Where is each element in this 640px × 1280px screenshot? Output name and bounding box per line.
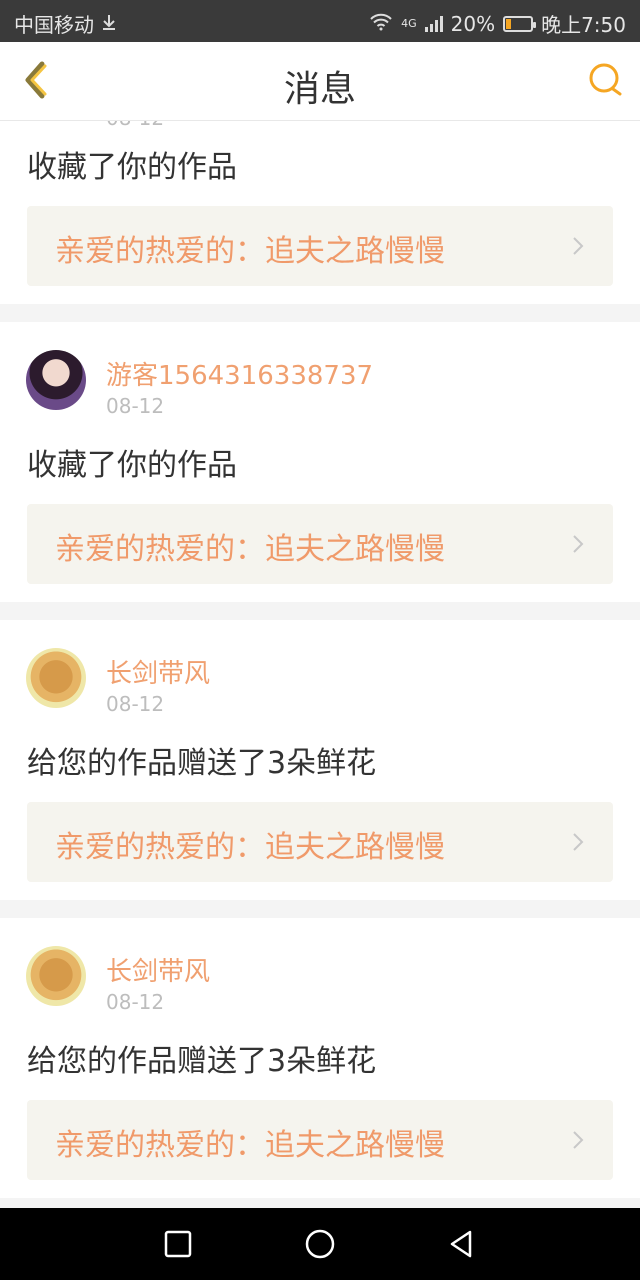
avatar[interactable] — [26, 350, 86, 410]
download-icon — [100, 12, 118, 36]
triangle-back-icon — [450, 1230, 472, 1258]
user-name[interactable]: 长剑带风 — [106, 951, 210, 988]
app-header: 消息 — [0, 42, 640, 121]
search-button[interactable] — [586, 60, 626, 100]
message-action: 收藏了你的作品 — [27, 150, 237, 185]
message-action: 收藏了你的作品 — [27, 448, 237, 483]
message-card: 08-12 收藏了你的作品 亲爱的热爱的：追夫之路慢慢 — [0, 96, 640, 304]
avatar[interactable] — [26, 946, 86, 1006]
signal-icon — [424, 15, 443, 32]
system-nav-bar — [0, 1208, 640, 1280]
message-action: 给您的作品赠送了3朵鲜花 — [27, 746, 377, 781]
work-title: 亲爱的热爱的：追夫之路慢慢 — [55, 1128, 445, 1163]
back-nav-button[interactable] — [444, 1226, 480, 1262]
network-type: 4G — [401, 17, 417, 30]
message-date: 08-12 — [106, 692, 165, 716]
avatar[interactable] — [26, 648, 86, 708]
search-icon — [589, 63, 622, 96]
circle-icon — [305, 1229, 335, 1259]
message-action: 给您的作品赠送了3朵鲜花 — [27, 1044, 377, 1079]
message-card: 长剑带风 08-12 给您的作品赠送了3朵鲜花 亲爱的热爱的：追夫之路慢慢 — [0, 620, 640, 900]
message-date: 08-12 — [106, 990, 165, 1014]
clock: 晚上7:50 — [541, 13, 626, 37]
square-icon — [164, 1230, 192, 1258]
message-card: 游客1564316338737 08-12 收藏了你的作品 亲爱的热爱的：追夫之… — [0, 322, 640, 602]
work-link[interactable]: 亲爱的热爱的：追夫之路慢慢 — [27, 1100, 613, 1180]
work-title: 亲爱的热爱的：追夫之路慢慢 — [55, 532, 445, 567]
work-link[interactable]: 亲爱的热爱的：追夫之路慢慢 — [27, 206, 613, 286]
user-name[interactable]: 游客1564316338737 — [106, 355, 373, 392]
message-date: 08-12 — [106, 394, 165, 418]
chevron-right-icon — [573, 535, 584, 553]
chevron-right-icon — [573, 833, 584, 851]
work-link[interactable]: 亲爱的热爱的：追夫之路慢慢 — [27, 802, 613, 882]
message-card: 长剑带风 08-12 给您的作品赠送了3朵鲜花 亲爱的热爱的：追夫之路慢慢 — [0, 918, 640, 1198]
user-name[interactable]: 长剑带风 — [106, 653, 210, 690]
work-title: 亲爱的热爱的：追夫之路慢慢 — [55, 830, 445, 865]
chevron-right-icon — [573, 237, 584, 255]
home-button[interactable] — [302, 1226, 338, 1262]
page-title: 消息 — [283, 69, 356, 110]
carrier-label: 中国移动 — [14, 13, 94, 37]
work-link[interactable]: 亲爱的热爱的：追夫之路慢慢 — [27, 504, 613, 584]
chevron-right-icon — [573, 1131, 584, 1149]
message-list: 08-12 收藏了你的作品 亲爱的热爱的：追夫之路慢慢 游客1564316338… — [0, 96, 640, 1216]
status-bar: 中国移动 4G 20% 晚上7:50 — [0, 0, 640, 42]
wifi-icon — [369, 12, 393, 36]
work-title: 亲爱的热爱的：追夫之路慢慢 — [55, 234, 445, 269]
recents-button[interactable] — [160, 1226, 196, 1262]
battery-percent: 20% — [450, 11, 496, 36]
battery-icon — [503, 15, 537, 32]
